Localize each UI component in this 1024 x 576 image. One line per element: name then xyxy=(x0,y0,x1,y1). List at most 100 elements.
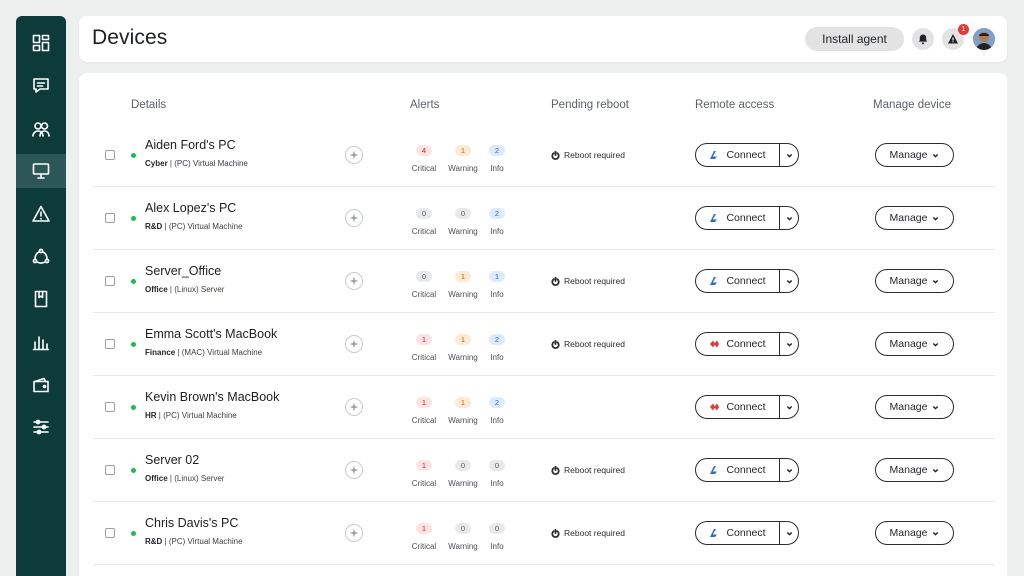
row-checkbox[interactable] xyxy=(105,339,115,349)
ai-assist-button[interactable] xyxy=(345,209,363,227)
row-checkbox[interactable] xyxy=(105,465,115,475)
sidebar-item-messages[interactable] xyxy=(16,69,66,103)
info-alerts[interactable]: 1 Info xyxy=(477,266,517,299)
sidebar-item-library[interactable] xyxy=(16,282,66,316)
sidebar-item-dashboard[interactable] xyxy=(16,26,66,60)
info-alerts[interactable]: 2 Info xyxy=(477,329,517,362)
row-checkbox[interactable] xyxy=(105,150,115,160)
alerts-count-badge: 1 xyxy=(958,24,969,35)
sidebar-item-alerts[interactable] xyxy=(16,197,66,231)
reboot-label: Reboot required xyxy=(564,339,625,349)
manage-dropdown-button[interactable]: Manage xyxy=(875,206,954,230)
sidebar-item-automation[interactable] xyxy=(16,240,66,274)
manage-dropdown-button[interactable]: Manage xyxy=(875,143,954,167)
table-row[interactable]: Server 02 Office | (Linux) Server 1 Critica… xyxy=(93,439,995,502)
table-row[interactable]: Kevin Brown's MacBook HR | (PC) Virtual M… xyxy=(93,376,995,439)
row-checkbox[interactable] xyxy=(105,276,115,286)
manage-dropdown-button[interactable]: Manage xyxy=(875,269,954,293)
device-name[interactable]: Alex Lopez's PC xyxy=(145,201,236,215)
sparkle-icon xyxy=(349,150,359,160)
connect-button[interactable]: Connect xyxy=(696,144,780,166)
connect-options-dropdown[interactable] xyxy=(780,270,798,292)
device-name[interactable]: Server_Office xyxy=(145,264,221,278)
info-alerts[interactable]: 2 Info xyxy=(477,203,517,236)
row-checkbox[interactable] xyxy=(105,528,115,538)
table-row[interactable]: Alex Lopez's PC R&D | (PC) Virtual Machin… xyxy=(93,187,995,250)
connect-options-dropdown[interactable] xyxy=(780,522,798,544)
sidebar-item-settings[interactable] xyxy=(16,410,66,444)
critical-alerts[interactable]: 1 Critical xyxy=(404,392,444,425)
ai-assist-button[interactable] xyxy=(345,398,363,416)
table-row[interactable]: Aiden Ford's PC Cyber | (PC) Virtual Mach… xyxy=(93,124,995,187)
critical-alerts[interactable]: 1 Critical xyxy=(404,455,444,488)
manage-dropdown-button[interactable]: Manage xyxy=(875,332,954,356)
connect-options-dropdown[interactable] xyxy=(780,459,798,481)
chevron-down-icon xyxy=(933,216,939,221)
chevron-down-icon xyxy=(786,405,792,410)
info-alerts[interactable]: 2 Info xyxy=(477,392,517,425)
sidebar-item-billing[interactable] xyxy=(16,368,66,402)
ai-assist-button[interactable] xyxy=(345,524,363,542)
connect-button[interactable]: Connect xyxy=(696,522,780,544)
table-row[interactable]: Emma Scott's MacBook Finance | (MAC) Virt… xyxy=(93,313,995,376)
sparkle-icon xyxy=(349,213,359,223)
device-name[interactable]: Aiden Ford's PC xyxy=(145,138,236,152)
user-avatar[interactable] xyxy=(973,28,995,50)
critical-alerts[interactable]: 4 Critical xyxy=(404,140,444,173)
connect-label: Connect xyxy=(726,275,766,287)
manage-dropdown-button[interactable]: Manage xyxy=(875,458,954,482)
column-header-details[interactable]: Details xyxy=(131,99,166,111)
manage-dropdown-button[interactable]: Manage xyxy=(875,395,954,419)
connect-button[interactable]: Connect xyxy=(696,396,780,418)
device-name[interactable]: Server 02 xyxy=(145,453,199,467)
online-status-dot xyxy=(131,279,136,284)
connect-button[interactable]: Connect xyxy=(696,333,780,355)
notifications-button[interactable] xyxy=(912,28,934,50)
column-header-manage-device[interactable]: Manage device xyxy=(873,99,951,111)
critical-alerts[interactable]: 1 Critical xyxy=(404,329,444,362)
column-header-remote-access[interactable]: Remote access xyxy=(695,99,774,111)
ai-assist-button[interactable] xyxy=(345,461,363,479)
top-bar: Devices Install agent xyxy=(79,16,1007,62)
critical-alerts[interactable]: 0 Critical xyxy=(404,266,444,299)
column-header-pending-reboot[interactable]: Pending reboot xyxy=(551,99,629,111)
device-name[interactable]: Chris Davis's PC xyxy=(145,516,238,530)
ai-assist-button[interactable] xyxy=(345,272,363,290)
ai-assist-button[interactable] xyxy=(345,335,363,353)
connect-button[interactable]: Connect xyxy=(696,270,780,292)
connect-label: Connect xyxy=(726,338,766,350)
sidebar-item-devices[interactable] xyxy=(16,154,66,188)
connect-options-dropdown[interactable] xyxy=(780,396,798,418)
connect-button[interactable]: Connect xyxy=(696,459,780,481)
warning-count-badge: 0 xyxy=(455,523,471,534)
sparkle-icon xyxy=(349,465,359,475)
row-checkbox[interactable] xyxy=(105,213,115,223)
manage-dropdown-button[interactable]: Manage xyxy=(875,521,954,545)
critical-alerts[interactable]: 1 Critical xyxy=(404,518,444,551)
connect-label: Connect xyxy=(726,149,766,161)
pending-reboot-status: Reboot required xyxy=(551,150,625,160)
pending-reboot-status: Reboot required xyxy=(551,276,625,286)
connect-options-dropdown[interactable] xyxy=(780,207,798,229)
info-alerts[interactable]: 0 Info xyxy=(477,455,517,488)
connect-options-dropdown[interactable] xyxy=(780,144,798,166)
connect-button[interactable]: Connect xyxy=(696,207,780,229)
online-status-dot xyxy=(131,468,136,473)
info-alerts[interactable]: 0 Info xyxy=(477,518,517,551)
table-row[interactable]: Server_Office Office | (Linux) Server 0 Cri… xyxy=(93,250,995,313)
sidebar-item-users[interactable] xyxy=(16,112,66,146)
table-row[interactable]: Chris Davis's PC R&D | (PC) Virtual Machi… xyxy=(93,502,995,565)
critical-alerts[interactable]: 0 Critical xyxy=(404,203,444,236)
pending-reboot-status: Reboot required xyxy=(551,528,625,538)
row-checkbox[interactable] xyxy=(105,402,115,412)
info-alerts[interactable]: 2 Info xyxy=(477,140,517,173)
column-header-alerts[interactable]: Alerts xyxy=(410,99,439,111)
device-name[interactable]: Kevin Brown's MacBook xyxy=(145,390,279,404)
pending-reboot-status: Reboot required xyxy=(551,339,625,349)
device-name[interactable]: Emma Scott's MacBook xyxy=(145,327,277,341)
sidebar-item-reports[interactable] xyxy=(16,325,66,359)
sparkle-icon xyxy=(349,339,359,349)
connect-options-dropdown[interactable] xyxy=(780,333,798,355)
ai-assist-button[interactable] xyxy=(345,146,363,164)
install-agent-button[interactable]: Install agent xyxy=(805,27,904,51)
